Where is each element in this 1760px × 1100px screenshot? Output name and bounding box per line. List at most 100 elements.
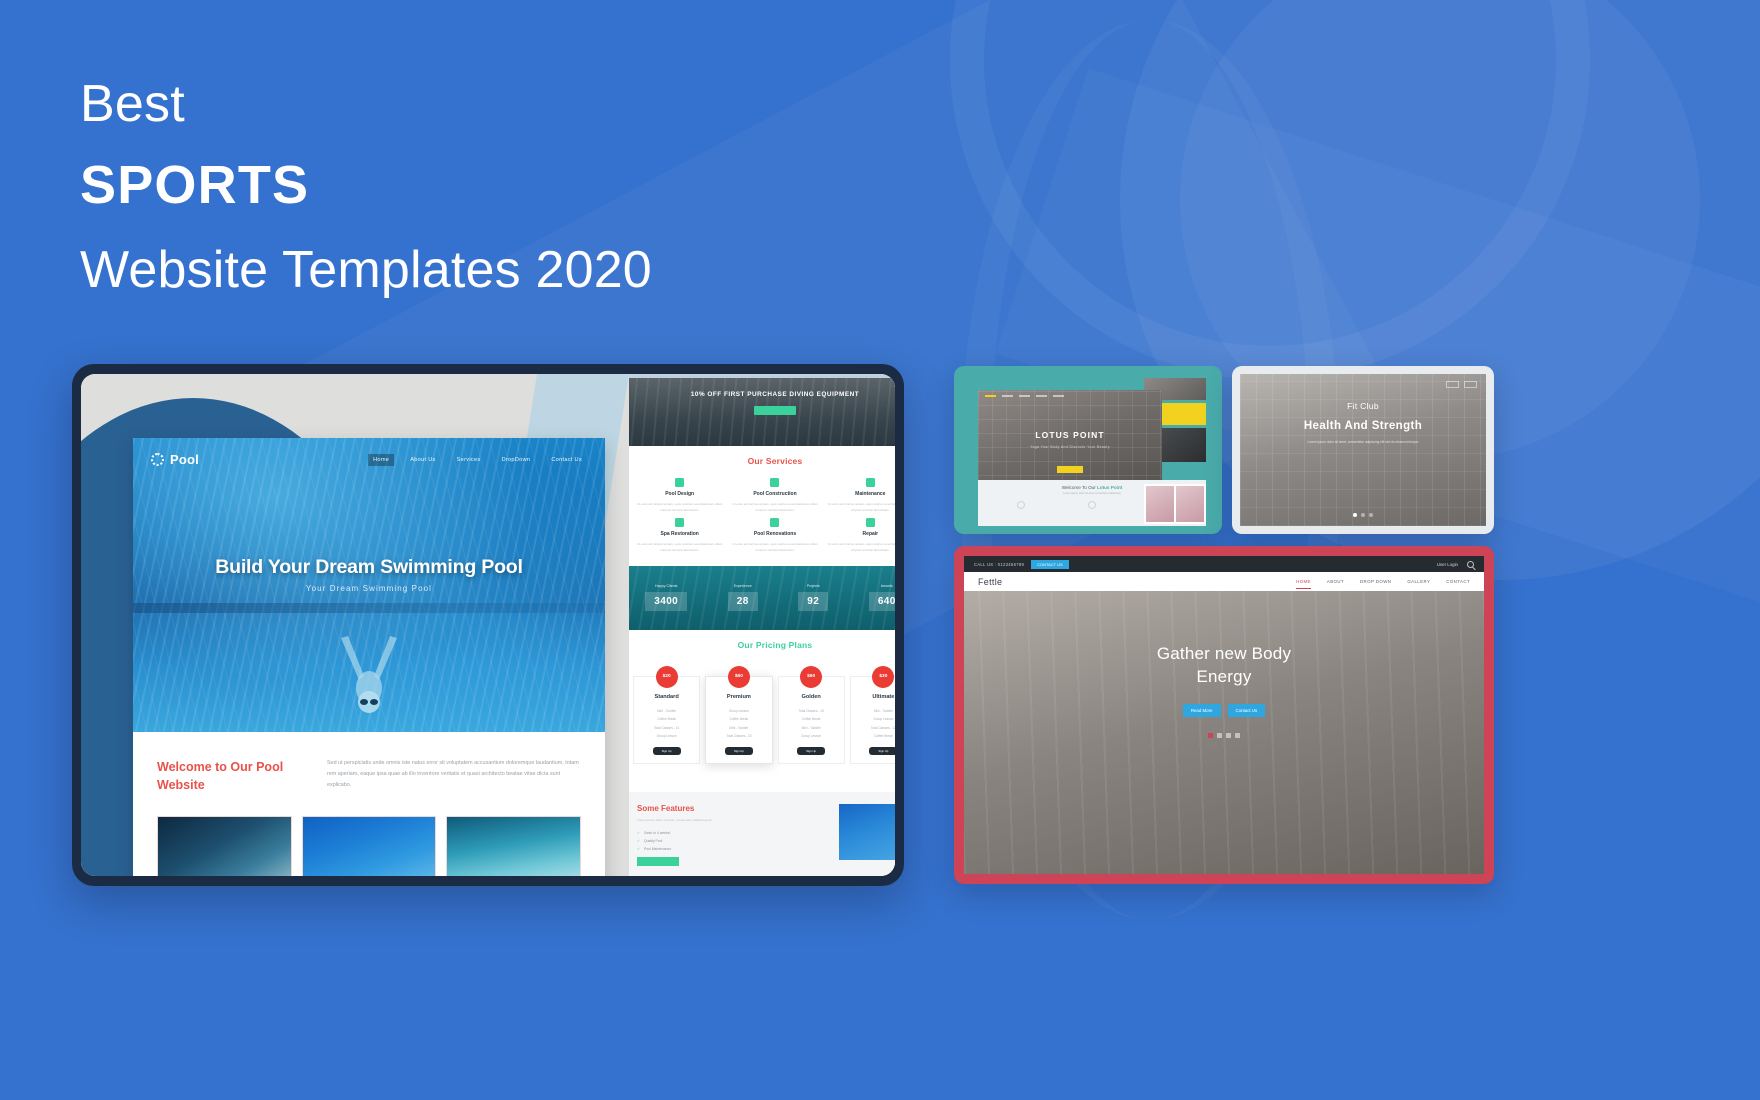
fettle-hero-line-2: Energy — [1196, 666, 1252, 686]
services-section: Our Services Pool Design Ut enim ad mini… — [629, 446, 895, 566]
fettle-nav-gallery[interactable]: GALLERY — [1407, 579, 1430, 584]
pool-template-scrolled-preview[interactable]: 10% OFF FIRST PURCHASE DIVING EQUIPMENT … — [629, 374, 895, 876]
service-item[interactable]: Pool Design Ut enim ad minima veniam, qu… — [633, 478, 726, 514]
lotus-nav-item[interactable] — [1053, 395, 1064, 397]
carousel-dot[interactable] — [1217, 732, 1222, 738]
features-contact-button[interactable] — [637, 857, 679, 867]
fettle-nav-menu[interactable]: HOME ABOUT DROP DOWN GALLERY CONTACT — [1296, 579, 1470, 589]
pool-template-preview[interactable]: Pool Home About Us Services DropDown Con… — [81, 374, 629, 876]
lotus-navbar[interactable] — [978, 390, 1162, 402]
lotus-subscribe-button[interactable] — [1057, 466, 1083, 473]
lotus-hero: LOTUS POINT Yoga Your Body And Discover … — [978, 390, 1162, 490]
nav-item-home[interactable]: Home — [368, 453, 395, 466]
carousel-dot[interactable] — [1226, 732, 1231, 738]
fit-club-template-card[interactable]: Fit Club Health And Strength Lorem ipsum… — [1232, 366, 1494, 534]
pricing-feature: Group Lesson — [801, 733, 822, 738]
fit-nav-item[interactable] — [1464, 381, 1477, 388]
service-desc: Ut enim ad minima veniam, quis nostrum e… — [637, 502, 723, 513]
lotus-nav-item[interactable] — [1036, 395, 1047, 397]
fettle-hero-title: Gather new Body Energy — [964, 591, 1484, 689]
fettle-nav-about[interactable]: ABOUT — [1327, 579, 1344, 584]
pool-hero-section: Pool Home About Us Services DropDown Con… — [133, 438, 605, 732]
fit-club-heading: Health And Strength — [1303, 420, 1423, 432]
services-title: Our Services — [747, 456, 803, 466]
pool-thumb-card[interactable]: Dream Pool — [301, 816, 437, 876]
fettle-user-login[interactable]: User Login — [1437, 562, 1458, 567]
stat-item: Happy Clients 3400 — [645, 584, 688, 612]
carousel-dot[interactable] — [1369, 513, 1373, 517]
fettle-preview: CALL US : 0123456789 CONTACT US User Log… — [964, 556, 1484, 874]
service-item[interactable]: Pool Construction Ut enim ad minima veni… — [728, 478, 821, 514]
nav-item-dropdown[interactable]: DropDown — [497, 454, 536, 466]
pricing-signup-button[interactable]: Sign Up — [797, 747, 826, 756]
promo-button[interactable] — [754, 405, 796, 415]
service-item[interactable]: Maintenance Ut enim ad minima veniam, qu… — [824, 478, 895, 514]
pricing-feature: Coffee Break — [874, 733, 893, 738]
title-line-best: Best — [80, 75, 185, 133]
lotus-gallery-image — [1176, 486, 1204, 522]
pool-thumb-card[interactable]: Beauty Pool — [157, 816, 292, 876]
fettle-read-more-button[interactable]: Read More — [1182, 703, 1221, 717]
lotus-title: LOTUS POINT — [1035, 430, 1105, 440]
service-item[interactable]: Spa Restoration Ut enim ad minima veniam… — [633, 517, 726, 554]
pricing-name: Premium — [726, 693, 751, 700]
service-icon — [865, 478, 875, 487]
service-item[interactable]: Repair Ut enim ad minima veniam, quis no… — [824, 517, 895, 554]
pricing-badge: $20 — [655, 665, 678, 688]
lotus-point-template-card[interactable]: LOTUS POINT Yoga Your Body And Discover … — [954, 366, 1222, 534]
fit-club-carousel-dots[interactable] — [1353, 513, 1373, 517]
lotus-subtitle: Yoga Your Body And Discover Your Beauty — [1030, 445, 1110, 449]
pool-thumbnail-row: Beauty Pool Dream Pool Kids Pool — [157, 816, 582, 876]
carousel-dot[interactable] — [1208, 732, 1213, 738]
carousel-dot[interactable] — [1235, 732, 1240, 738]
fettle-nav-contact[interactable]: CONTACT — [1446, 579, 1470, 584]
pricing-card[interactable]: $30 Ultimate Mini - Toddler Group Lesson… — [849, 665, 895, 765]
pool-nav-menu[interactable]: Home About Us Services DropDown Contact … — [368, 453, 587, 466]
fit-club-navbar[interactable] — [1240, 374, 1486, 395]
pricing-signup-button[interactable]: Sign Up — [724, 747, 753, 756]
service-item[interactable]: Pool Renovations Ut enim ad minima venia… — [728, 517, 821, 554]
pool-lane-line — [133, 603, 605, 613]
nav-item-contact[interactable]: Contact Us — [546, 454, 587, 466]
carousel-dot[interactable] — [1361, 513, 1365, 517]
pricing-signup-button[interactable]: Sign Up — [652, 747, 681, 756]
pricing-feature: Group Lesson — [656, 733, 677, 738]
fettle-carousel-dots[interactable] — [964, 732, 1484, 738]
carousel-dot[interactable] — [1353, 513, 1357, 517]
fettle-logo[interactable]: Fettle — [978, 577, 1002, 587]
fettle-template-card[interactable]: CALL US : 0123456789 CONTACT US User Log… — [954, 546, 1494, 884]
tablet-mockup: Pool Home About Us Services DropDown Con… — [72, 364, 904, 886]
pool-thumb-card[interactable]: Kids Pool — [446, 816, 582, 876]
fettle-nav-home[interactable]: HOME — [1296, 579, 1311, 589]
pricing-signup-button[interactable]: Sign Up — [869, 747, 895, 756]
fettle-nav-dropdown[interactable]: DROP DOWN — [1360, 579, 1391, 584]
promo-text: 10% OFF FIRST PURCHASE DIVING EQUIPMENT — [690, 391, 860, 398]
search-icon[interactable] — [1467, 560, 1474, 568]
fit-nav-item[interactable] — [1446, 381, 1459, 388]
service-desc: Ut enim ad minima veniam, quis nostrum e… — [827, 541, 895, 553]
pool-logo-icon — [151, 453, 164, 466]
nav-item-services[interactable]: Services — [452, 454, 486, 466]
lotus-gallery-strip — [1144, 484, 1206, 524]
pricing-card[interactable]: $60 Golden Total Classes - 15 Coffee Bre… — [777, 665, 845, 765]
pricing-card[interactable]: $20 Standard Mini - Toddler Coffee Break… — [633, 665, 701, 765]
fettle-topbar-left: CALL US : 0123456789 CONTACT US — [974, 559, 1069, 569]
pricing-card[interactable]: $60 Premium Group Lesson Coffee Break Mi… — [705, 665, 773, 765]
pool-site-card: Pool Home About Us Services DropDown Con… — [133, 438, 605, 876]
service-desc: Ut enim ad minima veniam, quis nostrum e… — [637, 541, 723, 553]
service-icon — [865, 517, 875, 527]
fettle-contact-button[interactable]: Contact Us — [1227, 703, 1266, 717]
fettle-hero-buttons: Read More Contact Us — [964, 703, 1484, 717]
swimmer-illustration — [341, 636, 397, 713]
lotus-nav-item[interactable] — [1002, 395, 1013, 397]
stat-label: Experience — [733, 584, 752, 589]
service-name: Spa Restoration — [660, 530, 699, 537]
lotus-nav-item[interactable] — [1019, 395, 1030, 397]
pool-logo[interactable]: Pool — [151, 452, 199, 467]
lotus-nav-item[interactable] — [985, 395, 996, 397]
pool-hero-title: Build Your Dream Swimming Pool — [215, 556, 523, 578]
nav-item-about[interactable]: About Us — [405, 454, 440, 466]
fettle-contact-badge[interactable]: CONTACT US — [1031, 559, 1069, 569]
lotus-feature-icon — [1087, 501, 1096, 509]
fit-club-title: Fit Club — [1347, 401, 1379, 411]
